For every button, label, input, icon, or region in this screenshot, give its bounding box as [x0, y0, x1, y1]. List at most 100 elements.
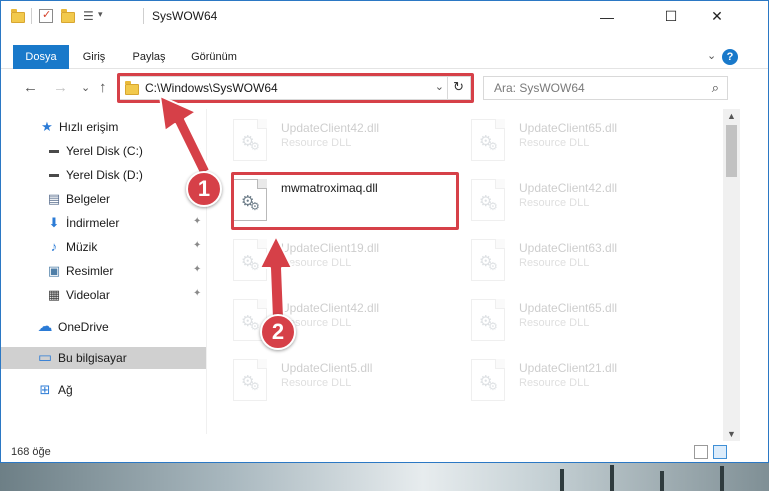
sidebar-item-drive-c[interactable]: ▬ Yerel Disk (C:) ✦	[1, 140, 206, 162]
pane-divider[interactable]	[206, 109, 207, 434]
star-icon: ★	[41, 119, 53, 134]
up-arrow-icon[interactable]: ↑	[99, 79, 107, 96]
back-arrow-icon[interactable]: ←	[23, 79, 38, 96]
sidebar-item-label: İndirmeler	[66, 216, 120, 230]
folder-icon	[125, 81, 139, 95]
step-badge-2: 2	[260, 314, 296, 350]
status-bar: 168 öğe	[1, 441, 768, 462]
gear-icon: ⚙	[488, 201, 498, 213]
tab-paylas[interactable]: Paylaş	[125, 45, 173, 69]
file-name: UpdateClient42.dll	[519, 181, 618, 195]
file-name: UpdateClient21.dll	[519, 361, 618, 375]
file-type: Resource DLL	[519, 137, 590, 149]
file-name: UpdateClient19.dll	[281, 241, 380, 255]
file-item[interactable]: ⚙ ⚙ UpdateClient42.dll Resource DLL	[447, 173, 677, 227]
view-options-icon[interactable]: ☰	[83, 9, 97, 23]
search-icon[interactable]: ⌕	[712, 80, 719, 96]
sidebar-item-drive-d[interactable]: ▬ Yerel Disk (D:)	[1, 164, 206, 186]
sidebar-item-music[interactable]: ♪ Müzik ✦	[1, 236, 206, 258]
tab-gorunum[interactable]: Görünüm	[183, 45, 245, 69]
navigation-pane: ★ Hızlı erişim ▬ Yerel Disk (C:) ✦ ▬ Yer…	[1, 109, 206, 434]
help-icon[interactable]: ?	[722, 49, 738, 65]
close-button[interactable]: ✕	[694, 1, 740, 32]
file-item[interactable]: ⚙ ⚙ UpdateClient19.dll Resource DLL	[209, 233, 439, 287]
minimize-button[interactable]: —	[584, 1, 630, 32]
file-item[interactable]: ⚙ ⚙ UpdateClient21.dll Resource DLL	[447, 353, 677, 407]
dll-file-icon: ⚙ ⚙	[471, 119, 505, 161]
sidebar-item-label: Ağ	[58, 383, 73, 397]
new-folder-icon[interactable]	[61, 9, 75, 23]
dll-file-icon: ⚙ ⚙	[233, 359, 267, 401]
gear-icon: ⚙	[250, 261, 260, 273]
gear-icon: ⚙	[250, 141, 260, 153]
file-type: Resource DLL	[281, 377, 352, 389]
file-name: mwmatroximaq.dll	[281, 181, 378, 195]
scroll-down-icon[interactable]: ▼	[727, 429, 736, 439]
tab-dosya[interactable]: Dosya	[13, 45, 69, 69]
file-item[interactable]: ⚙ ⚙ UpdateClient42.dll Resource DLL	[209, 113, 439, 167]
pin-icon[interactable]: ✦	[193, 216, 201, 227]
search-box[interactable]: Ara: SysWOW64 ⌕	[483, 76, 728, 100]
drive-icon: ▬	[49, 169, 59, 180]
cloud-icon: ☁	[37, 318, 53, 335]
dll-file-icon: ⚙ ⚙	[233, 119, 267, 161]
divider	[143, 8, 144, 24]
pin-icon[interactable]: ✦	[193, 264, 201, 275]
file-item[interactable]: ⚙ ⚙ UpdateClient5.dll Resource DLL	[209, 353, 439, 407]
vertical-scrollbar[interactable]: ▲ ▼	[723, 109, 740, 441]
dll-file-icon: ⚙ ⚙	[471, 359, 505, 401]
sidebar-item-label: Belgeler	[66, 192, 111, 206]
sidebar-item-network[interactable]: ⊞ Ağ	[1, 379, 206, 401]
item-count: 168 öğe	[11, 446, 51, 458]
pin-icon[interactable]: ✦	[193, 144, 201, 155]
sidebar-item-pictures[interactable]: ▣ Resimler ✦	[1, 260, 206, 282]
tiles-view-icon[interactable]	[713, 445, 727, 459]
drive-icon: ▬	[49, 145, 59, 156]
sidebar-item-downloads[interactable]: ⬇ İndirmeler ✦	[1, 212, 206, 234]
sidebar-item-label: Yerel Disk (D:)	[66, 168, 143, 182]
properties-icon[interactable]: ✓	[39, 9, 53, 23]
sidebar-item-videos[interactable]: ▦ Videolar ✦	[1, 284, 206, 306]
file-item[interactable]: ⚙ ⚙ UpdateClient63.dll Resource DLL	[447, 233, 677, 287]
tab-giris[interactable]: Giriş	[75, 45, 113, 69]
file-item[interactable]: ⚙ ⚙ UpdateClient42.dll Resource DLL	[209, 293, 439, 347]
refresh-icon[interactable]: ↻	[453, 79, 464, 95]
file-item[interactable]: ⚙ ⚙ UpdateClient65.dll Resource DLL	[447, 113, 677, 167]
file-name: UpdateClient65.dll	[519, 301, 618, 315]
navigation-bar: ← → ⌄ ↑ C:\Windows\SysWOW64 ⌄ ↻ Ara: Sys…	[1, 70, 768, 108]
address-bar[interactable]: C:\Windows\SysWOW64 ⌄ ↻	[118, 76, 471, 100]
customize-toolbar-icon[interactable]: ▾	[98, 9, 112, 23]
address-dropdown-icon[interactable]: ⌄	[435, 80, 444, 93]
file-name: UpdateClient42.dll	[281, 301, 380, 315]
search-placeholder[interactable]: Ara: SysWOW64	[494, 81, 585, 95]
file-name: UpdateClient42.dll	[281, 121, 380, 135]
sidebar-item-label: Resimler	[66, 264, 114, 278]
videos-icon: ▦	[47, 287, 61, 302]
gear-icon: ⚙	[488, 261, 498, 273]
file-type: Resource DLL	[281, 257, 352, 269]
dll-file-icon: ⚙ ⚙	[233, 239, 267, 281]
sidebar-item-this-pc[interactable]: ▭ Bu bilgisayar	[1, 347, 206, 369]
recent-locations-icon[interactable]: ⌄	[81, 81, 90, 94]
title-bar: ✓ ☰ ▾ SysWOW64 — ☐ ✕	[1, 1, 768, 32]
download-icon: ⬇	[48, 215, 60, 230]
sidebar-item-onedrive[interactable]: ☁ OneDrive	[1, 316, 206, 338]
scroll-up-icon[interactable]: ▲	[727, 111, 736, 121]
forward-arrow-icon[interactable]: →	[53, 79, 68, 96]
scroll-thumb[interactable]	[726, 125, 737, 177]
file-item-mwmatroximaq[interactable]: ⚙ ⚙ mwmatroximaq.dll	[209, 173, 439, 227]
sidebar-item-label: Hızlı erişim	[59, 120, 119, 134]
gear-icon: ⚙	[488, 141, 498, 153]
sidebar-item-label: Yerel Disk (C:)	[66, 144, 143, 158]
details-view-icon[interactable]	[694, 445, 708, 459]
divider	[31, 8, 32, 24]
pin-icon[interactable]: ✦	[193, 240, 201, 251]
maximize-button[interactable]: ☐	[648, 1, 694, 32]
sidebar-item-documents[interactable]: ▤ Belgeler ✦	[1, 188, 206, 210]
pin-icon[interactable]: ✦	[193, 288, 201, 299]
expand-ribbon-icon[interactable]: ⌄	[707, 49, 716, 62]
sidebar-item-quick-access[interactable]: ★ Hızlı erişim	[1, 116, 206, 138]
step-badge-1: 1	[186, 171, 222, 207]
address-path[interactable]: C:\Windows\SysWOW64	[145, 81, 278, 95]
file-item[interactable]: ⚙ ⚙ UpdateClient65.dll Resource DLL	[447, 293, 677, 347]
